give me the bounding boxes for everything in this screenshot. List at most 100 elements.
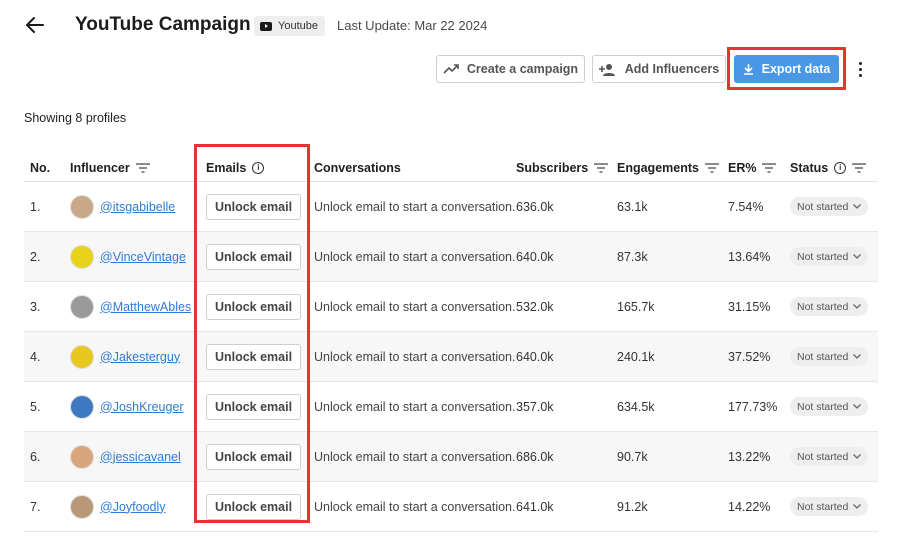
influencer-handle-link[interactable]: @itsgabibelle	[100, 200, 175, 214]
subscribers-value: 640.0k	[516, 349, 554, 364]
more-vert-icon[interactable]	[851, 58, 869, 80]
chevron-down-icon	[853, 504, 862, 509]
conversation-text: Unlock email to start a conversation.	[314, 299, 516, 314]
avatar	[70, 294, 94, 319]
subscribers-value: 636.0k	[516, 199, 554, 214]
profile-count: Showing 8 profiles	[24, 111, 127, 125]
influencer-cell: @VinceVintage	[70, 232, 186, 281]
status-dropdown[interactable]: Not started	[790, 497, 869, 516]
conversation-text: Unlock email to start a conversation.	[314, 499, 516, 514]
row-number: 5.	[30, 399, 41, 414]
influencer-cell: @MatthewAbles	[70, 282, 191, 331]
status-cell: Not started	[790, 382, 869, 431]
column-er[interactable]: ER%	[728, 161, 777, 175]
chevron-down-icon	[853, 454, 862, 459]
add-influencers-label: Add Influencers	[624, 62, 720, 76]
table-row: 1. @itsgabibelle Unlock email Unlock ema…	[24, 182, 878, 232]
status-dropdown[interactable]: Not started	[790, 397, 869, 416]
column-influencer[interactable]: Influencer	[70, 161, 150, 175]
er-value: 13.22%	[728, 449, 771, 464]
add-influencers-button[interactable]: Add Influencers	[592, 55, 726, 83]
column-no: No.	[30, 161, 51, 175]
export-data-label: Export data	[761, 62, 831, 76]
add-person-icon	[598, 63, 615, 76]
emails-highlight-box	[194, 144, 310, 523]
table-row: 6. @jessicavanel Unlock email Unlock ema…	[24, 432, 878, 482]
row-number: 1.	[30, 199, 41, 214]
filter-icon[interactable]	[594, 163, 609, 173]
column-subscribers[interactable]: Subscribers	[516, 161, 609, 175]
status-dropdown[interactable]: Not started	[790, 197, 869, 216]
engagements-value: 634.5k	[617, 399, 655, 414]
status-dropdown[interactable]: Not started	[790, 447, 869, 466]
chevron-down-icon	[853, 404, 862, 409]
create-campaign-label: Create a campaign	[466, 62, 579, 76]
influencer-cell: @itsgabibelle	[70, 182, 175, 231]
page-title: YouTube Campaign	[75, 14, 251, 35]
subscribers-value: 641.0k	[516, 499, 554, 514]
subscribers-value: 686.0k	[516, 449, 554, 464]
row-number: 6.	[30, 449, 41, 464]
info-icon[interactable]: i	[834, 162, 847, 174]
filter-icon[interactable]	[135, 163, 150, 173]
conversation-text: Unlock email to start a conversation.	[314, 199, 516, 214]
chevron-down-icon	[853, 254, 862, 259]
status-cell: Not started	[790, 432, 869, 481]
influencer-handle-link[interactable]: @Jakesterguy	[100, 350, 180, 364]
table-row: 4. @Jakesterguy Unlock email Unlock emai…	[24, 332, 878, 382]
er-value: 14.22%	[728, 499, 771, 514]
chevron-down-icon	[853, 354, 862, 359]
chevron-down-icon	[853, 304, 862, 309]
subscribers-value: 532.0k	[516, 299, 554, 314]
youtube-icon	[260, 21, 272, 31]
column-conversations: Conversations	[314, 161, 401, 175]
status-dropdown[interactable]: Not started	[790, 347, 869, 366]
status-cell: Not started	[790, 482, 869, 531]
avatar	[70, 394, 94, 419]
influencer-cell: @jessicavanel	[70, 432, 181, 481]
status-cell: Not started	[790, 332, 869, 381]
avatar	[70, 444, 94, 469]
filter-icon[interactable]	[762, 163, 777, 173]
avatar	[70, 194, 94, 219]
column-engagements[interactable]: Engagements	[617, 161, 719, 175]
status-cell: Not started	[790, 182, 869, 231]
row-number: 3.	[30, 299, 41, 314]
engagements-value: 87.3k	[617, 249, 648, 264]
influencer-cell: @Joyfoodly	[70, 482, 166, 531]
trend-up-icon	[443, 64, 459, 74]
subscribers-value: 357.0k	[516, 399, 554, 414]
export-data-button[interactable]: Export data	[734, 55, 839, 83]
avatar	[70, 494, 94, 519]
influencer-handle-link[interactable]: @jessicavanel	[100, 450, 181, 464]
table-row: 2. @VinceVintage Unlock email Unlock ema…	[24, 232, 878, 282]
table-row: 5. @JoshKreuger Unlock email Unlock emai…	[24, 382, 878, 432]
influencer-cell: @JoshKreuger	[70, 382, 184, 431]
conversation-text: Unlock email to start a conversation.	[314, 249, 516, 264]
influencer-handle-link[interactable]: @VinceVintage	[100, 250, 186, 264]
chevron-down-icon	[853, 204, 862, 209]
er-value: 7.54%	[728, 199, 764, 214]
influencer-handle-link[interactable]: @JoshKreuger	[100, 400, 184, 414]
influencer-handle-link[interactable]: @Joyfoodly	[100, 500, 166, 514]
platform-label: Youtube	[278, 20, 318, 32]
avatar	[70, 344, 94, 369]
influencer-cell: @Jakesterguy	[70, 332, 180, 381]
filter-icon[interactable]	[704, 163, 719, 173]
subscribers-value: 640.0k	[516, 249, 554, 264]
filter-icon[interactable]	[852, 163, 867, 173]
status-dropdown[interactable]: Not started	[790, 297, 869, 316]
page-header: YouTube Campaign Youtube Last Update: Ma…	[0, 0, 900, 52]
er-value: 177.73%	[728, 399, 778, 414]
influencer-handle-link[interactable]: @MatthewAbles	[100, 300, 191, 314]
create-campaign-button[interactable]: Create a campaign	[436, 55, 585, 83]
back-button[interactable]	[22, 12, 48, 38]
engagements-value: 91.2k	[617, 499, 648, 514]
status-dropdown[interactable]: Not started	[790, 247, 869, 266]
table-row: 3. @MatthewAbles Unlock email Unlock ema…	[24, 282, 878, 332]
column-status: Status i	[790, 161, 867, 175]
conversation-text: Unlock email to start a conversation.	[314, 449, 516, 464]
row-number: 2.	[30, 249, 41, 264]
table-header: No. Influencer Emails i Conversations Su…	[24, 152, 878, 182]
arrow-left-icon	[26, 17, 44, 33]
